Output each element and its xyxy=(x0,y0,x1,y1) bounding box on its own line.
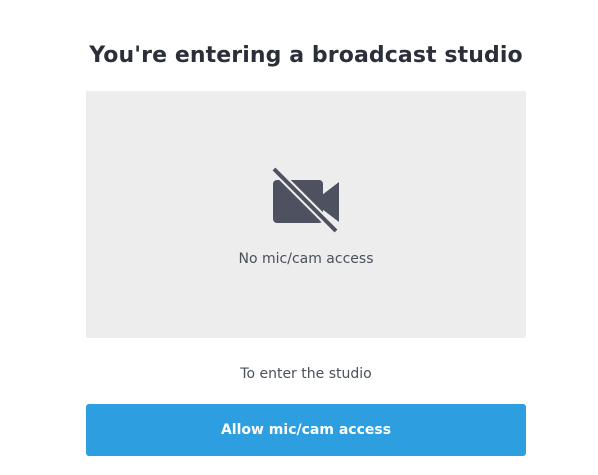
studio-entry-page: You're entering a broadcast studio No mi… xyxy=(0,0,598,475)
camera-off-icon xyxy=(271,166,339,234)
page-title: You're entering a broadcast studio xyxy=(89,43,523,68)
allow-mic-cam-button[interactable]: Allow mic/cam access xyxy=(86,404,526,456)
camera-preview: No mic/cam access xyxy=(86,91,526,338)
instruction-text: To enter the studio xyxy=(240,366,372,382)
no-access-label: No mic/cam access xyxy=(238,251,374,267)
